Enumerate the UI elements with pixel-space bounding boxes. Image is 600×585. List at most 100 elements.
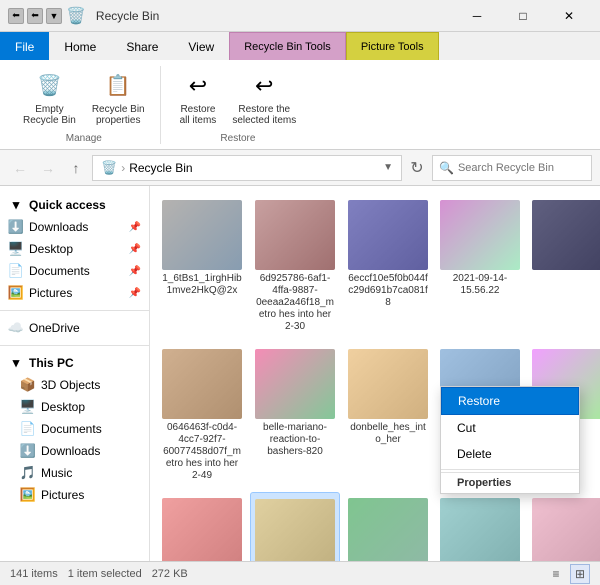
restore-all-label: Restoreall items	[180, 104, 217, 126]
minimize-button[interactable]: ─	[454, 0, 500, 32]
file-thumb-13	[348, 498, 428, 561]
quick-access-icon[interactable]: ⬅	[8, 8, 24, 24]
sidebar-item-desktop2[interactable]: 🖥️ Desktop	[0, 396, 149, 418]
file-item-12[interactable]: metro-donny-pan-belle-mi-hes-into-h...	[250, 492, 340, 561]
view-grid-button[interactable]: ⊞	[570, 564, 590, 584]
sidebar: ▾ Quick access ⬇️ Downloads 📌 🖥️ Desktop…	[0, 186, 150, 561]
file-item-7[interactable]: belle-mariano-reaction-to-bashers-820	[250, 343, 340, 488]
file-item-1[interactable]: 1_6tBs1_1irghHib1mve2HkQ@2x	[158, 194, 246, 339]
this-pc-expand-icon: ▾	[8, 355, 24, 371]
view-details-button[interactable]: ≡	[546, 564, 566, 584]
restore-all-button[interactable]: ↩ Restoreall items	[175, 67, 222, 129]
3d-objects-label: 3D Objects	[41, 378, 141, 392]
sidebar-item-downloads2[interactable]: ⬇️ Downloads	[0, 440, 149, 462]
file-thumb-2	[255, 200, 335, 270]
tab-file[interactable]: File	[0, 32, 49, 60]
sidebar-item-desktop[interactable]: 🖥️ Desktop 📌	[0, 238, 149, 260]
this-pc-header[interactable]: ▾ This PC	[0, 352, 149, 374]
documents2-icon: 📄	[20, 421, 36, 437]
file-item-15[interactable]	[528, 492, 600, 561]
onedrive-label: OneDrive	[29, 321, 141, 335]
file-item-6[interactable]: 0646463f-c0d4-4cc7-92f7-60077458d07f_met…	[158, 343, 246, 488]
sidebar-item-documents[interactable]: 📄 Documents 📌	[0, 260, 149, 282]
empty-recycle-bin-button[interactable]: 🗑️ EmptyRecycle Bin	[18, 67, 81, 129]
context-delete[interactable]: Delete	[441, 441, 579, 467]
address-bar: ← → ↑ 🗑️ › Recycle Bin ▼ ↻ 🔍	[0, 150, 600, 186]
up-button[interactable]: ↑	[64, 156, 88, 180]
file-item-4[interactable]: 2021-09-14-15.56.22	[436, 194, 524, 339]
close-button[interactable]: ✕	[546, 0, 592, 32]
downloads2-label: Downloads	[41, 444, 141, 458]
back-button[interactable]: ←	[8, 156, 32, 180]
file-thumb-3	[348, 200, 428, 270]
quick-access-section: ▾ Quick access ⬇️ Downloads 📌 🖥️ Desktop…	[0, 194, 149, 304]
file-thumb-8	[348, 349, 428, 419]
sidebar-item-3d-objects[interactable]: 📦 3D Objects	[0, 374, 149, 396]
search-input[interactable]	[458, 162, 585, 174]
sidebar-divider-2	[0, 345, 149, 346]
file-name-6: 0646463f-c0d4-4cc7-92f7-60077458d07f_met…	[162, 422, 242, 482]
ribbon-group-manage: 🗑️ EmptyRecycle Bin 📋 Recycle Binpropert…	[8, 66, 161, 144]
sidebar-item-documents2[interactable]: 📄 Documents	[0, 418, 149, 440]
sidebar-item-onedrive[interactable]: ☁️ OneDrive	[0, 317, 149, 339]
dropdown-arrow[interactable]: ▼	[383, 162, 393, 173]
status-size: 272 KB	[152, 568, 188, 580]
window-title: Recycle Bin	[96, 9, 159, 23]
tab-view[interactable]: View	[173, 32, 229, 60]
tab-recycle-bin-tools[interactable]: Recycle Bin Tools	[229, 32, 346, 60]
recycle-bin-properties-button[interactable]: 📋 Recycle Binproperties	[87, 67, 150, 129]
file-thumb-12	[255, 499, 335, 561]
forward-icon[interactable]: ⬅	[27, 8, 43, 24]
pictures2-icon: 🖼️	[20, 487, 36, 503]
restore-selected-icon: ↩	[248, 70, 280, 102]
file-thumb-14	[440, 498, 520, 561]
title-bar-left: ⬅ ⬅ ▼ 🗑️ Recycle Bin	[8, 6, 454, 26]
context-properties[interactable]: Properties	[441, 472, 579, 493]
downloads2-icon: ⬇️	[20, 443, 36, 459]
file-item-8[interactable]: donbelle_hes_into_her	[344, 343, 432, 488]
forward-button[interactable]: →	[36, 156, 60, 180]
file-name-8: donbelle_hes_into_her	[348, 422, 428, 446]
desktop-label: Desktop	[29, 242, 124, 256]
documents-label: Documents	[29, 264, 124, 278]
context-divider	[441, 469, 579, 470]
manage-buttons: 🗑️ EmptyRecycle Bin 📋 Recycle Binpropert…	[18, 66, 150, 129]
context-restore[interactable]: Restore	[441, 387, 579, 415]
search-box[interactable]: 🔍	[432, 155, 592, 181]
file-name-7: belle-mariano-reaction-to-bashers-820	[254, 422, 336, 458]
tab-share[interactable]: Share	[111, 32, 173, 60]
tab-home[interactable]: Home	[49, 32, 111, 60]
desktop-pin: 📌	[129, 244, 141, 255]
window-icon: 🗑️	[66, 6, 86, 26]
pictures-icon: 🖼️	[8, 285, 24, 301]
file-item-3[interactable]: 6eccf10e5f0b044fc29d691b7ca081f8	[344, 194, 432, 339]
file-item-2[interactable]: 6d925786-6af1-4ffa-9887-0eeaa2a46f18_met…	[250, 194, 340, 339]
sidebar-item-pictures[interactable]: 🖼️ Pictures 📌	[0, 282, 149, 304]
sidebar-item-music[interactable]: 🎵 Music	[0, 462, 149, 484]
file-thumb-11	[162, 498, 242, 561]
downloads-label: Downloads	[29, 220, 124, 234]
file-grid-area[interactable]: 1_6tBs1_1irghHib1mve2HkQ@2x6d925786-6af1…	[150, 186, 600, 561]
title-bar: ⬅ ⬅ ▼ 🗑️ Recycle Bin ─ □ ✕	[0, 0, 600, 32]
empty-recycle-label: EmptyRecycle Bin	[23, 104, 76, 126]
quick-access-label: Quick access	[29, 198, 141, 212]
file-item-14[interactable]: TeamGalaxy-DonBelle-brings-awesome-to-th…	[436, 492, 524, 561]
sidebar-item-downloads[interactable]: ⬇️ Downloads 📌	[0, 216, 149, 238]
file-name-2: 6d925786-6af1-4ffa-9887-0eeaa2a46f18_met…	[254, 273, 336, 333]
refresh-button[interactable]: ↻	[406, 157, 428, 179]
address-box[interactable]: 🗑️ › Recycle Bin ▼	[92, 155, 402, 181]
context-cut[interactable]: Cut	[441, 415, 579, 441]
ribbon-content: 🗑️ EmptyRecycle Bin 📋 Recycle Binpropert…	[0, 60, 600, 150]
maximize-button[interactable]: □	[500, 0, 546, 32]
file-item-5[interactable]	[528, 194, 600, 339]
sidebar-item-pictures2[interactable]: 🖼️ Pictures	[0, 484, 149, 506]
file-item-13[interactable]	[344, 492, 432, 561]
restore-selected-button[interactable]: ↩ Restore theselected items	[227, 67, 301, 129]
file-item-11[interactable]: FfISynnaEAAVG3N	[158, 492, 246, 561]
down-icon[interactable]: ▼	[46, 8, 62, 24]
recycle-props-icon: 📋	[102, 70, 134, 102]
path-separator: ›	[121, 161, 125, 175]
path-icon: 🗑️	[101, 160, 117, 176]
tab-picture-tools[interactable]: Picture Tools	[346, 32, 439, 60]
quick-access-header[interactable]: ▾ Quick access	[0, 194, 149, 216]
